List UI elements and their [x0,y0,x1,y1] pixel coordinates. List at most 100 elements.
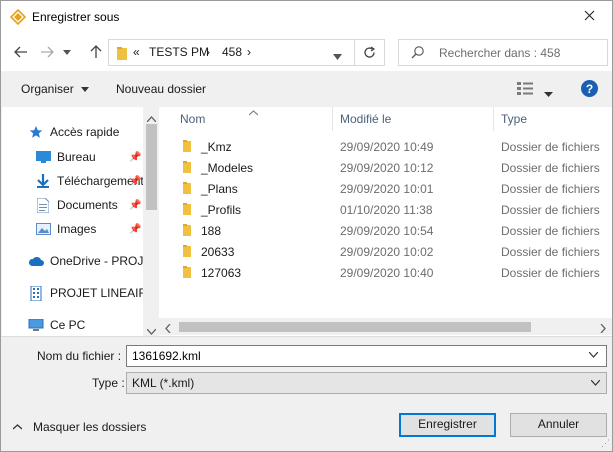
file-name: _Kmz [201,140,232,154]
chevron-down-icon [588,351,599,358]
star-icon [28,124,44,140]
folder-icon [183,140,191,155]
file-type: Dossier de fichiers [501,182,600,196]
file-list-hscrollbar[interactable] [159,318,612,335]
column-divider[interactable] [332,107,333,131]
nav-scrollbar[interactable] [143,107,158,336]
nav-item-projet-lineaire[interactable]: PROJET LINEAIRE [28,283,155,303]
file-modified: 01/10/2020 11:38 [340,203,433,217]
view-dropdown-button[interactable] [544,86,553,100]
pin-icon: 📌 [129,152,142,163]
arrow-right-icon [41,46,54,58]
column-header-type[interactable]: Type [501,107,527,131]
breadcrumb-tests-pm[interactable]: TESTS PM [149,45,209,59]
nav-quick-access[interactable]: Accès rapide [28,122,119,142]
file-row[interactable]: _Profils 01/10/2020 11:38 Dossier de fic… [159,199,612,220]
file-row[interactable]: 127063 29/09/2020 10:40 Dossier de fichi… [159,262,612,283]
file-row[interactable]: _Kmz 29/09/2020 10:49 Dossier de fichier… [159,136,612,157]
column-divider[interactable] [493,107,494,131]
save-form: Nom du fichier : Type : KML (*.kml) Masq… [1,336,612,451]
images-icon [35,221,51,237]
address-dropdown-button[interactable] [333,49,342,63]
file-type: Dossier de fichiers [501,245,600,259]
up-button[interactable] [85,41,107,63]
scroll-down-icon[interactable] [146,324,157,336]
file-row[interactable]: _Modeles 29/09/2020 10:12 Dossier de fic… [159,157,612,178]
address-box[interactable]: « TESTS PM › 458 › [108,39,385,66]
file-row[interactable]: _Plans 29/09/2020 10:01 Dossier de fichi… [159,178,612,199]
sort-ascending-icon [248,107,259,119]
arrow-left-icon [14,46,27,58]
save-button[interactable]: Enregistrer [399,413,496,437]
folder-icon [183,203,191,218]
forward-button[interactable] [36,41,58,63]
column-header-modified[interactable]: Modifié le [340,107,391,131]
search-placeholder: Rechercher dans : 458 [439,46,561,60]
file-name: 20633 [201,245,235,259]
type-label: Type : [92,376,125,390]
organize-button[interactable]: Organiser [21,82,90,96]
hide-folders-button[interactable]: Masquer les dossiers [13,420,146,434]
file-list: Nom Modifié le Type _Kmz 29/09/2020 10:4… [159,107,612,336]
address-bar-row: « TESTS PM › 458 › Rechercher dans : 458 [1,33,612,71]
nav-item-label: Documents [57,198,118,212]
new-folder-button[interactable]: Nouveau dossier [116,82,206,96]
nav-item-documents[interactable]: Documents [35,195,118,215]
scroll-right-icon[interactable] [600,322,606,336]
column-header-name[interactable]: Nom [180,107,205,131]
file-modified: 29/09/2020 10:54 [340,224,434,238]
hscroll-thumb[interactable] [179,322,531,332]
search-box[interactable]: Rechercher dans : 458 [398,39,608,66]
folder-icon [183,245,191,260]
view-options-button[interactable] [517,82,533,98]
app-diamond-icon [9,8,27,26]
desktop-icon [35,149,51,165]
breadcrumb-separator[interactable]: › [247,45,251,59]
help-button[interactable]: ? [581,80,598,100]
folder-icon [183,182,191,197]
breadcrumb-458[interactable]: 458 [222,45,242,59]
filename-history-button[interactable] [588,350,599,360]
file-row[interactable]: 20633 29/09/2020 10:02 Dossier de fichie… [159,241,612,262]
cloud-icon [28,253,44,269]
pin-icon: 📌 [129,200,142,211]
nav-item-ce-pc[interactable]: Ce PC [28,315,85,335]
pin-icon: 📌 [129,176,142,187]
nav-item-images[interactable]: Images [35,219,96,239]
scroll-left-icon[interactable] [165,322,171,336]
svg-text:?: ? [586,82,593,96]
hide-folders-label: Masquer les dossiers [33,420,147,434]
file-modified: 29/09/2020 10:12 [340,161,434,175]
filename-input[interactable] [126,345,607,367]
close-button[interactable] [566,1,612,33]
refresh-button[interactable] [354,40,384,65]
file-type-select[interactable]: KML (*.kml) [126,372,607,394]
resize-grip-icon[interactable]: ⋰ [601,438,610,449]
building-icon [28,285,44,301]
nav-item-onedrive[interactable]: OneDrive - PROJET [28,251,158,271]
file-modified: 29/09/2020 10:01 [340,182,434,196]
file-modified: 29/09/2020 10:02 [340,245,434,259]
file-modified: 29/09/2020 10:49 [340,140,434,154]
folder-icon [183,266,191,281]
nav-item-bureau[interactable]: Bureau [35,147,96,167]
chevron-down-icon [81,87,90,93]
file-row[interactable]: 188 29/09/2020 10:54 Dossier de fichiers [159,220,612,241]
nav-item-label: PROJET LINEAIRE [50,286,156,300]
chevron-down-icon [333,54,342,60]
cancel-button[interactable]: Annuler [510,413,607,437]
breadcrumb-separator[interactable]: › [206,45,210,59]
nav-item-label: Ce PC [50,318,86,332]
nav-scroll-thumb[interactable] [146,124,157,210]
back-button[interactable] [10,41,32,63]
file-name: 127063 [201,266,242,280]
file-name: _Profils [201,203,242,217]
folder-icon [117,47,127,63]
breadcrumb-overflow[interactable]: « [133,45,140,59]
folder-icon [183,224,191,239]
save-as-dialog: Enregistrer sous « TESTS PM › 458 › Rech… [0,0,613,452]
scroll-up-icon[interactable] [146,111,157,125]
recent-locations-button[interactable] [59,41,75,63]
search-icon [411,45,425,62]
chevron-up-icon [13,424,22,430]
